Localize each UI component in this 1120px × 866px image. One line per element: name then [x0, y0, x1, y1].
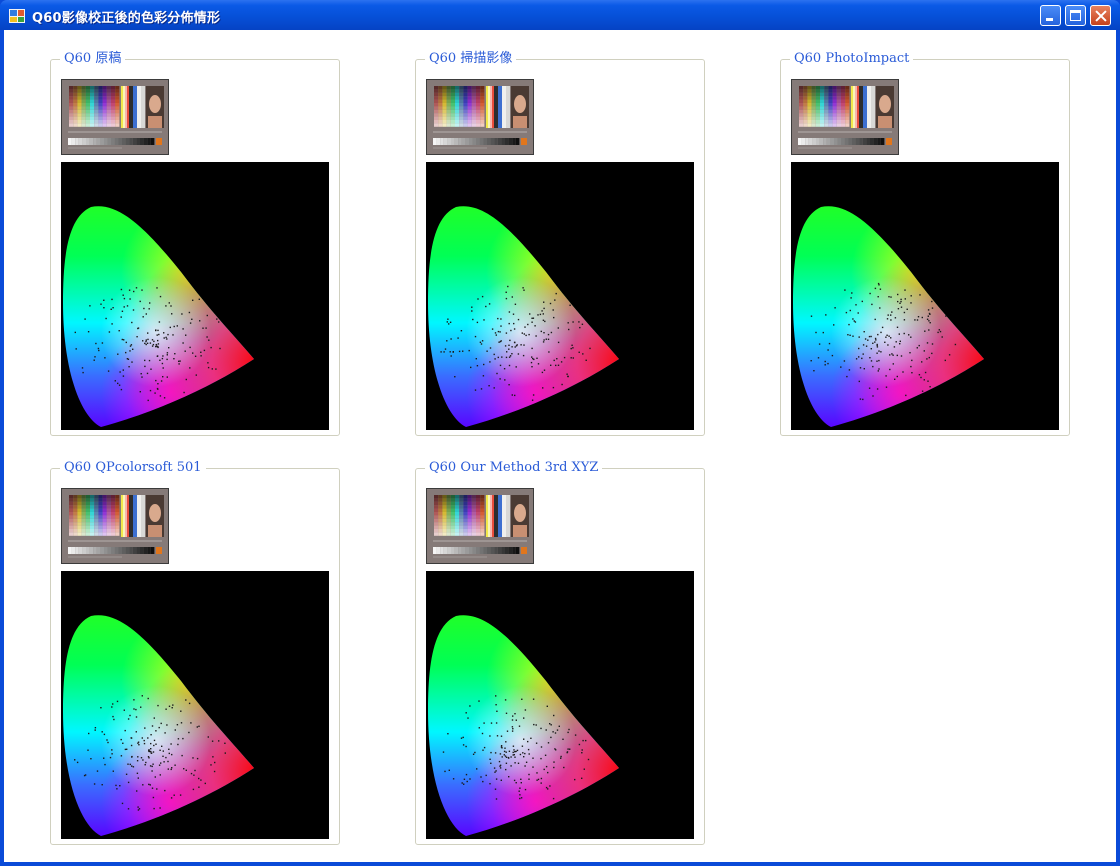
color-target-image: [427, 80, 533, 154]
color-target-image: [62, 489, 168, 563]
chromaticity-diagram: [63, 615, 254, 836]
chromaticity-plot: [426, 571, 694, 839]
group-title: Q60 原稿: [64, 51, 122, 66]
group-title: Q60 PhotoImpact: [794, 51, 910, 66]
window-title: Q60影像校正後的色彩分佈情形: [32, 11, 221, 26]
close-button[interactable]: [1090, 5, 1111, 26]
group-title: Q60 QPcolorsoft 501: [64, 460, 202, 475]
chromaticity-plot: [61, 162, 329, 430]
title-bar[interactable]: Q60影像校正後的色彩分佈情形: [0, 0, 1120, 30]
chart-thumbnail: [61, 488, 169, 564]
chromaticity-diagram: [428, 615, 619, 836]
chart-thumbnail: [791, 79, 899, 155]
group-scanned: Q60 掃描影像: [415, 52, 705, 436]
group-title: Q60 Our Method 3rd XYZ: [429, 460, 599, 475]
group-our-method: Q60 Our Method 3rd XYZ: [415, 461, 705, 845]
minimize-button[interactable]: [1040, 5, 1061, 26]
group-photoimpact: Q60 PhotoImpact: [780, 52, 1070, 436]
maximize-button[interactable]: [1065, 5, 1086, 26]
group-original: Q60 原稿: [50, 52, 340, 436]
group-title: Q60 掃描影像: [429, 51, 513, 66]
chart-thumbnail: [426, 488, 534, 564]
chromaticity-plot: [791, 162, 1059, 430]
app-window: Q60影像校正後的色彩分佈情形 Q60 原稿 Q60 掃描影像 Q60 Phot…: [0, 0, 1120, 866]
chromaticity-plot: [61, 571, 329, 839]
color-target-image: [62, 80, 168, 154]
app-icon[interactable]: [9, 9, 25, 23]
chromaticity-diagram: [63, 206, 254, 427]
color-target-image: [427, 489, 533, 563]
color-target-image: [792, 80, 898, 154]
chart-thumbnail: [61, 79, 169, 155]
client-area: Q60 原稿 Q60 掃描影像 Q60 PhotoImpact Q60 QPco…: [4, 30, 1116, 862]
chromaticity-plot: [426, 162, 694, 430]
chromaticity-diagram: [428, 206, 619, 427]
group-qpcolorsoft: Q60 QPcolorsoft 501: [50, 461, 340, 845]
chromaticity-diagram: [793, 206, 984, 427]
chart-thumbnail: [426, 79, 534, 155]
